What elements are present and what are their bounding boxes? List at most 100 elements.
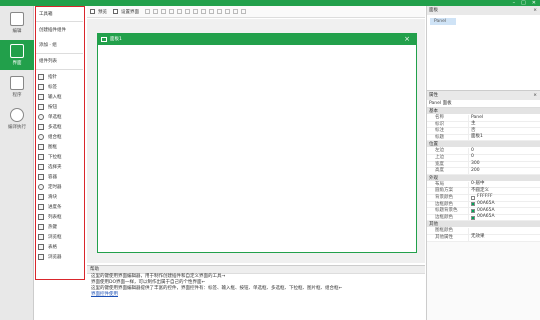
tool-timer[interactable]: 定时器 xyxy=(38,183,82,190)
toolbox-panel: 工具箱 创建插件组件 添加 · 组 组件列表 指针 标签 输入框 按钮 单选框 … xyxy=(35,6,85,280)
prop-row[interactable]: 左边 0 xyxy=(427,148,540,155)
bring-front-icon[interactable] xyxy=(233,9,238,14)
tool-container[interactable]: 容器 xyxy=(38,173,82,180)
tool-browser[interactable]: 浏览器 xyxy=(38,253,82,260)
same-height-icon[interactable] xyxy=(201,9,206,14)
preview-checkbox[interactable] xyxy=(90,9,95,14)
tool-label[interactable]: 标签 xyxy=(38,83,82,90)
same-size-icon[interactable] xyxy=(209,9,214,14)
color-value: 00A65A xyxy=(477,214,495,220)
help-link[interactable]: 界面控件使用 xyxy=(87,292,425,298)
nav-item-compile[interactable]: 编译执行 xyxy=(0,104,34,134)
design-canvas[interactable]: 面板1 × xyxy=(87,19,425,263)
nav-label: 编辑 xyxy=(12,29,22,34)
nav-item-edit[interactable]: 编辑 xyxy=(0,8,34,38)
tree-header: 面板 × xyxy=(427,6,540,15)
tool-tab[interactable]: 选择夹 xyxy=(38,163,82,170)
properties-header-label: 属性 xyxy=(429,93,438,98)
prop-value[interactable]: FFFFFF xyxy=(469,194,540,201)
create-plugin-button[interactable]: 创建插件组件 xyxy=(39,27,66,33)
color-swatch xyxy=(471,195,475,200)
align-top-icon[interactable] xyxy=(169,9,174,14)
tool-checkbox[interactable]: 多选框 xyxy=(38,123,82,130)
same-width-icon[interactable] xyxy=(193,9,198,14)
prop-row[interactable]: 上边 0 xyxy=(427,154,540,162)
add-group-button[interactable]: 添加 · 组 xyxy=(39,42,57,48)
tool-combobox[interactable]: 组合框 xyxy=(38,133,82,140)
distribute-h-icon[interactable] xyxy=(217,9,222,14)
tool-label: 组合框 xyxy=(48,134,62,140)
prop-value[interactable]: 00A65A xyxy=(469,208,540,214)
prop-value[interactable]: 否 xyxy=(469,128,540,134)
align-center-icon[interactable] xyxy=(153,9,158,14)
prop-group[interactable]: 基本 xyxy=(427,108,540,115)
prop-value[interactable]: 面板1 xyxy=(469,134,540,141)
tool-label: 浏览器 xyxy=(48,254,62,260)
tool-label: 容器 xyxy=(48,174,57,180)
tool-label: 浏览框 xyxy=(48,234,62,240)
prop-key: 标注 xyxy=(427,128,469,134)
input-icon xyxy=(38,93,44,100)
tool-radio[interactable]: 单选框 xyxy=(38,113,82,120)
prop-row[interactable]: 标题 面板1 xyxy=(427,134,540,142)
prop-value[interactable]: 200 xyxy=(469,168,540,174)
nav-item-program[interactable]: 程序 xyxy=(0,72,34,102)
prop-key: 宽度 xyxy=(427,161,469,168)
prop-row[interactable]: 名称 Panel xyxy=(427,115,540,122)
close-icon[interactable]: × xyxy=(533,6,537,15)
tool-progress[interactable]: 进度条 xyxy=(38,203,82,210)
close-icon[interactable]: × xyxy=(533,91,537,100)
tool-browse[interactable]: 浏览框 xyxy=(38,233,82,240)
tool-label: 进度条 xyxy=(48,204,62,210)
prop-row[interactable]: 标注否 xyxy=(427,128,540,135)
prop-value[interactable]: 00A65A xyxy=(469,201,540,208)
prop-key: 背景颜色 xyxy=(427,194,469,201)
prop-row[interactable]: 高度 200 xyxy=(427,168,540,175)
object-selector[interactable]: Panel 面板 xyxy=(427,100,540,108)
browser-icon xyxy=(38,253,44,260)
panel-title-bar[interactable]: 面板1 × xyxy=(98,34,416,45)
dropdown-icon xyxy=(38,153,44,160)
tool-label: 下拉框 xyxy=(48,154,62,160)
distribute-v-icon[interactable] xyxy=(225,9,230,14)
tool-input[interactable]: 输入框 xyxy=(38,93,82,100)
pointer-icon xyxy=(38,73,44,80)
tool-table[interactable]: 表格 xyxy=(38,243,82,250)
prop-value[interactable]: 0 xyxy=(469,154,540,161)
prop-value[interactable]: 0-居中 xyxy=(469,181,540,188)
container-icon xyxy=(38,173,44,180)
prop-value[interactable]: 300 xyxy=(469,161,540,168)
prop-row[interactable]: 边框颜色 00A65A xyxy=(427,214,540,222)
tool-label: 滑块 xyxy=(48,194,57,200)
tool-picture[interactable]: 图框 xyxy=(38,143,82,150)
panel-form[interactable]: 面板1 × xyxy=(97,33,417,253)
tool-pointer[interactable]: 指针 xyxy=(38,73,82,80)
tree-item-panel[interactable]: Panel xyxy=(430,18,457,25)
tool-label: 按钮 xyxy=(48,104,57,110)
settings-checkbox[interactable] xyxy=(113,9,118,14)
tool-button[interactable]: 按钮 xyxy=(38,103,82,110)
combobox-icon xyxy=(38,133,44,140)
send-back-icon[interactable] xyxy=(241,9,246,14)
left-navigation: 编辑 界面 程序 编译执行 xyxy=(0,6,34,320)
prop-value[interactable]: 无效果 xyxy=(469,234,540,241)
tool-slider[interactable]: 滑块 xyxy=(38,193,82,200)
color-swatch xyxy=(471,202,475,207)
slider-icon xyxy=(38,193,44,200)
tool-dropdown[interactable]: 下拉框 xyxy=(38,153,82,160)
tool-listbox[interactable]: 列表框 xyxy=(38,213,82,220)
prop-value[interactable]: 00A65A xyxy=(469,214,540,221)
prop-row[interactable]: 其他属性 无效果 xyxy=(427,234,540,242)
prop-value[interactable]: 0 xyxy=(469,148,540,154)
align-middle-icon[interactable] xyxy=(177,9,182,14)
align-left-icon[interactable] xyxy=(145,9,150,14)
prop-value[interactable]: Panel xyxy=(469,115,540,121)
nav-item-interface[interactable]: 界面 xyxy=(0,40,34,70)
tool-hotkey[interactable]: 热键 xyxy=(38,223,82,230)
tool-label: 指针 xyxy=(48,74,57,80)
close-icon[interactable]: × xyxy=(404,34,410,45)
prop-value[interactable]: 主 xyxy=(469,121,540,128)
align-bottom-icon[interactable] xyxy=(185,9,190,14)
progress-icon xyxy=(38,203,44,210)
align-right-icon[interactable] xyxy=(161,9,166,14)
